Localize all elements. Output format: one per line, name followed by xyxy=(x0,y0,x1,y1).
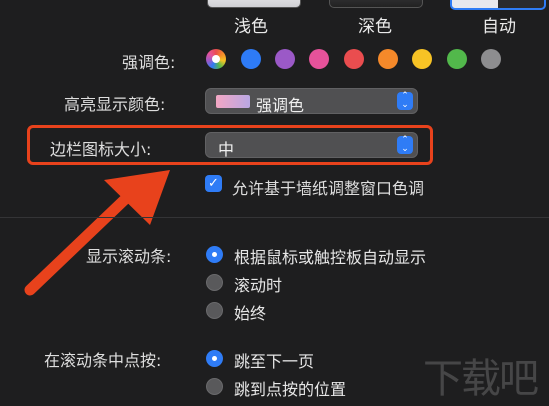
option-when-scrolling-label: 滚动时 xyxy=(234,276,283,295)
option-jump-next-page-label: 跳至下一页 xyxy=(234,352,315,371)
option-jump-to-spot-label: 跳到点按的位置 xyxy=(234,380,347,399)
radio-auto-show[interactable] xyxy=(206,246,223,263)
option-auto-show-label: 根据鼠标或触控板自动显示 xyxy=(234,248,427,267)
click-scrollbar-label: 在滚动条中点按: xyxy=(44,351,162,370)
option-always-label: 始终 xyxy=(234,304,267,323)
watermark-logo: 下载吧 xyxy=(423,356,539,402)
radio-jump-next-page[interactable] xyxy=(206,350,223,367)
show-scrollbars-label: 显示滚动条: xyxy=(86,247,172,266)
radio-when-scrolling[interactable] xyxy=(206,274,223,291)
section-divider xyxy=(0,217,549,218)
radio-jump-to-spot[interactable] xyxy=(206,378,223,395)
radio-always[interactable] xyxy=(206,302,223,319)
